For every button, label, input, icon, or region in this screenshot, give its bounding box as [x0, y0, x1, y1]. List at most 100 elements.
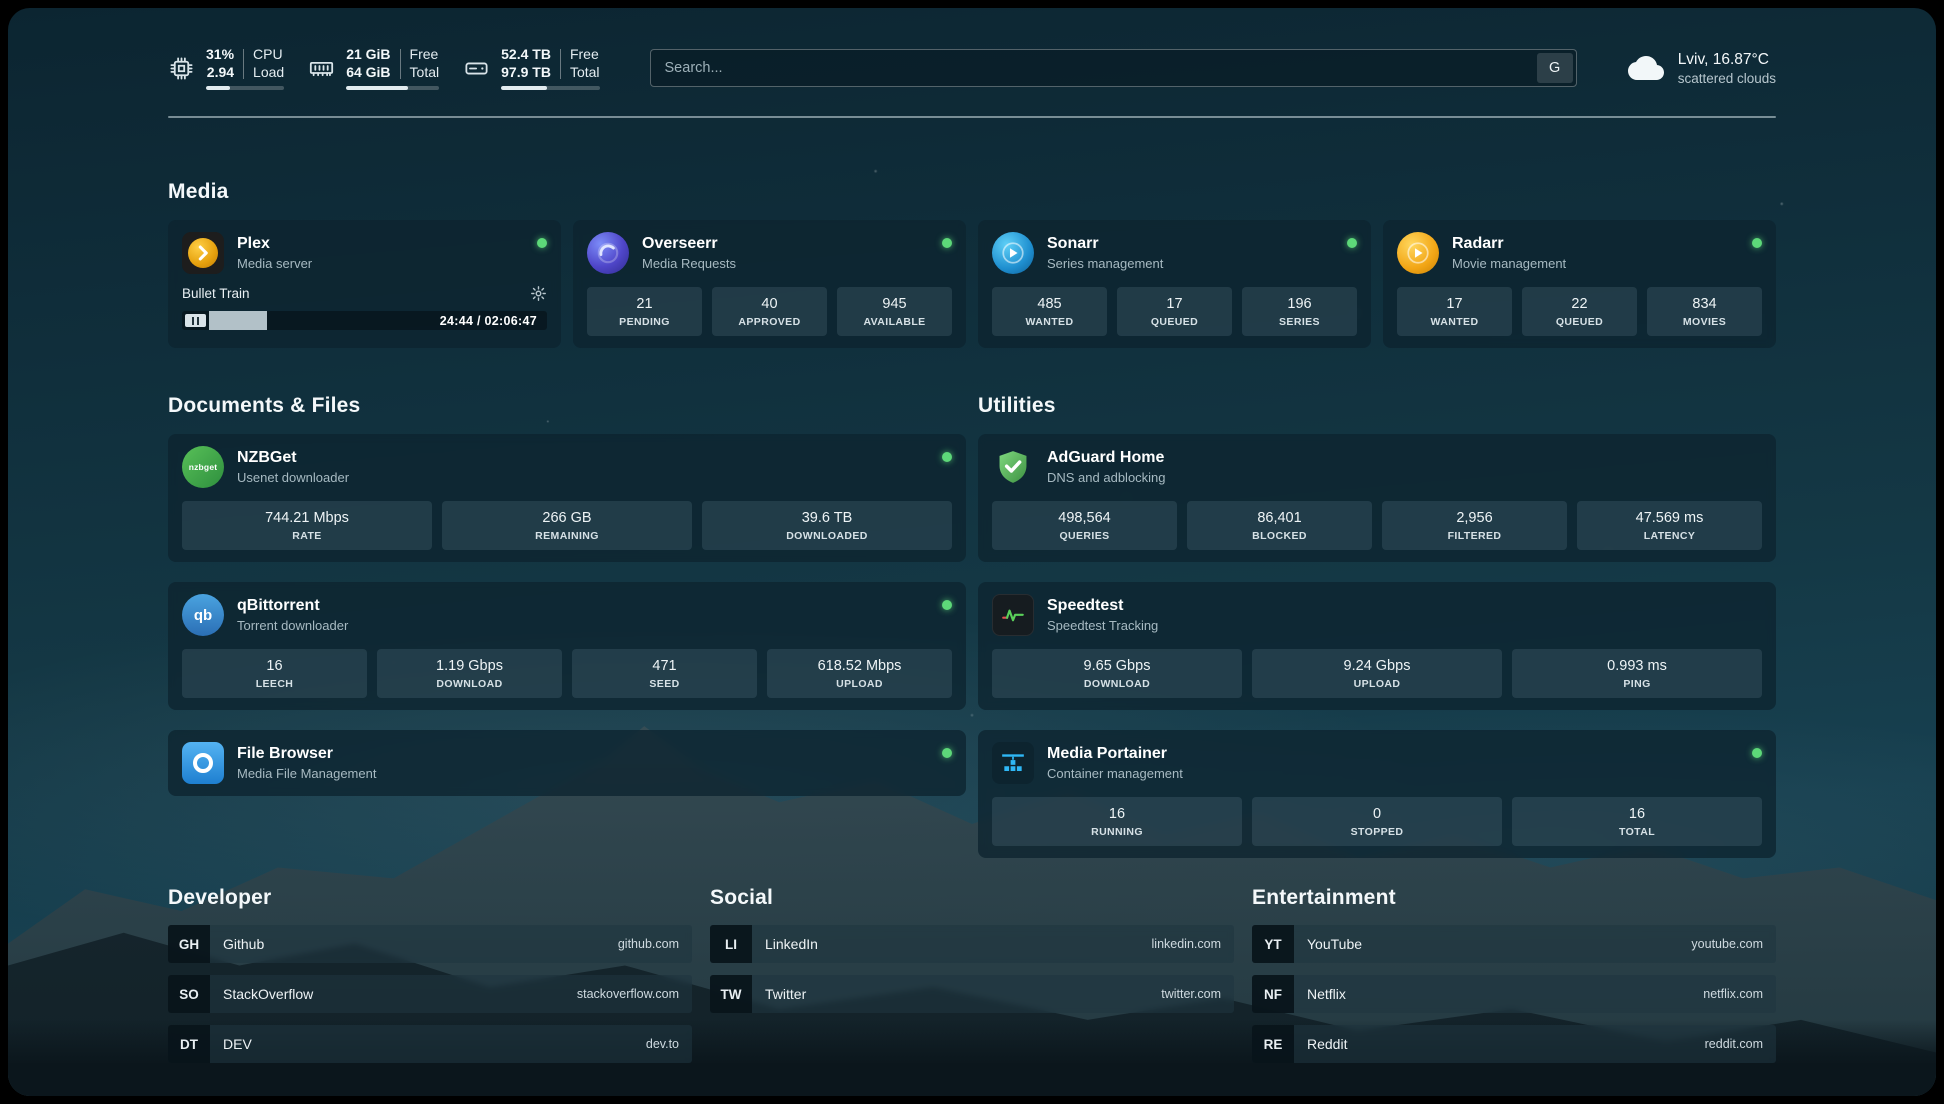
app-subtitle: Torrent downloader — [237, 618, 348, 633]
overseerr-icon — [587, 232, 629, 274]
playback-time: 24:44 / 02:06:47 — [440, 311, 537, 330]
status-dot — [942, 238, 952, 248]
app-subtitle: Container management — [1047, 766, 1183, 781]
overseerr-card[interactable]: Overseerr Media Requests 21 PENDING 40 A… — [573, 220, 966, 348]
bookmark-youtube[interactable]: YT YouTube youtube.com — [1252, 925, 1776, 963]
qbittorrent-icon: qb — [182, 594, 224, 636]
filebrowser-card[interactable]: File Browser Media File Management — [168, 730, 966, 796]
nzbget-card[interactable]: nzbget NZBGet Usenet downloader 744.21 M… — [168, 434, 966, 562]
ram-widget: 21 GiB 64 GiB Free Total — [308, 46, 439, 90]
search-engine-button[interactable]: G — [1537, 53, 1573, 83]
youtube-icon: YT — [1252, 925, 1294, 963]
app-subtitle: Media server — [237, 256, 312, 271]
cpu-load-value: 2.94 — [207, 64, 234, 82]
ram-icon — [308, 55, 335, 82]
cpu-label: CPU — [253, 46, 284, 64]
status-dot — [942, 452, 952, 462]
bookmark-stackoverflow[interactable]: SO StackOverflow stackoverflow.com — [168, 975, 692, 1013]
section-title-entertainment: Entertainment — [1252, 886, 1776, 910]
stat-ping: 0.993 ms PING — [1512, 649, 1762, 698]
cpu-load-label: Load — [253, 64, 284, 82]
stat-seed: 471 SEED — [572, 649, 757, 698]
bookmark-twitter[interactable]: TW Twitter twitter.com — [710, 975, 1234, 1013]
search-bar: G — [650, 49, 1577, 87]
search-input[interactable] — [650, 49, 1577, 87]
stat-approved: 40 APPROVED — [712, 287, 827, 336]
bookmark-reddit[interactable]: RE Reddit reddit.com — [1252, 1025, 1776, 1063]
radarr-card[interactable]: Radarr Movie management 17 WANTED 22 QUE… — [1383, 220, 1776, 348]
app-subtitle: Movie management — [1452, 256, 1566, 271]
dashboard-window: 31% 2.94 CPU Load — [8, 8, 1936, 1096]
section-title-social: Social — [710, 886, 1234, 910]
app-subtitle: Usenet downloader — [237, 470, 349, 485]
portainer-card[interactable]: Media Portainer Container management 16 … — [978, 730, 1776, 858]
stat-rate: 744.21 Mbps RATE — [182, 501, 432, 550]
stat-wanted: 485 WANTED — [992, 287, 1107, 336]
stat-running: 16 RUNNING — [992, 797, 1242, 846]
bookmark-github[interactable]: GH Github github.com — [168, 925, 692, 963]
app-name: Media Portainer — [1047, 745, 1183, 763]
section-title-media: Media — [168, 180, 1776, 204]
bookmark-linkedin[interactable]: LI LinkedIn linkedin.com — [710, 925, 1234, 963]
radarr-icon — [1397, 232, 1439, 274]
playback-progress-bar[interactable]: 24:44 / 02:06:47 — [182, 311, 547, 330]
section-title-documents: Documents & Files — [168, 394, 966, 418]
speedtest-icon — [992, 594, 1034, 636]
stat-queued: 22 QUEUED — [1522, 287, 1637, 336]
pause-button[interactable] — [185, 314, 206, 327]
weather-location: Lviv, 16.87°C — [1678, 51, 1776, 69]
stat-total: 16 TOTAL — [1512, 797, 1762, 846]
app-name: Plex — [237, 235, 312, 253]
status-dot — [1347, 238, 1357, 248]
disk-total-label: Total — [570, 64, 600, 82]
stat-upload: 9.24 Gbps UPLOAD — [1252, 649, 1502, 698]
netflix-icon: NF — [1252, 975, 1294, 1013]
ram-widget-divider — [400, 49, 401, 79]
app-name: Radarr — [1452, 235, 1566, 253]
status-dot — [1752, 238, 1762, 248]
stat-wanted: 17 WANTED — [1397, 287, 1512, 336]
stat-remaining: 266 GB REMAINING — [442, 501, 692, 550]
playback-progress-fill — [209, 311, 267, 330]
cloud-icon — [1627, 53, 1665, 83]
ram-progress-track — [346, 86, 439, 90]
status-dot — [942, 600, 952, 610]
qbittorrent-card[interactable]: qb qBittorrent Torrent downloader 16 — [168, 582, 966, 710]
speedtest-card[interactable]: Speedtest Speedtest Tracking 9.65 Gbps D… — [978, 582, 1776, 710]
cpu-widget: 31% 2.94 CPU Load — [168, 46, 284, 90]
stat-filtered: 2,956 FILTERED — [1382, 501, 1567, 550]
disk-widget-divider — [560, 49, 561, 79]
app-name: AdGuard Home — [1047, 449, 1166, 467]
bookmark-netflix[interactable]: NF Netflix netflix.com — [1252, 975, 1776, 1013]
adguard-card[interactable]: AdGuard Home DNS and adblocking 498,564 … — [978, 434, 1776, 562]
cpu-progress-track — [206, 86, 284, 90]
sonarr-card[interactable]: Sonarr Series management 485 WANTED 17 Q… — [978, 220, 1371, 348]
reddit-icon: RE — [1252, 1025, 1294, 1063]
app-subtitle: DNS and adblocking — [1047, 470, 1166, 485]
app-name: File Browser — [237, 745, 376, 763]
ram-free-value: 21 GiB — [346, 46, 390, 64]
cpu-progress-fill — [206, 86, 230, 90]
header-divider — [168, 116, 1776, 118]
plex-card[interactable]: Plex Media server Bullet Train — [168, 220, 561, 348]
stat-blocked: 86,401 BLOCKED — [1187, 501, 1372, 550]
app-name: Speedtest — [1047, 597, 1158, 615]
stat-queued: 17 QUEUED — [1117, 287, 1232, 336]
stat-movies: 834 MOVIES — [1647, 287, 1762, 336]
app-name: Overseerr — [642, 235, 736, 253]
status-dot — [942, 748, 952, 758]
status-dot — [537, 238, 547, 248]
adguard-icon — [992, 446, 1034, 488]
stat-leech: 16 LEECH — [182, 649, 367, 698]
top-bar: 31% 2.94 CPU Load — [168, 42, 1776, 94]
twitter-icon: TW — [710, 975, 752, 1013]
dashboard-content: 31% 2.94 CPU Load — [8, 8, 1936, 1096]
section-utilities: Utilities — [978, 394, 1776, 858]
stat-upload: 618.52 Mbps UPLOAD — [767, 649, 952, 698]
section-title-utilities: Utilities — [978, 394, 1776, 418]
dev-icon: DT — [168, 1025, 210, 1063]
bookmark-dev[interactable]: DT DEV dev.to — [168, 1025, 692, 1063]
gear-icon[interactable] — [530, 285, 547, 302]
plex-icon — [182, 232, 224, 274]
section-social: Social LI LinkedIn linkedin.com TW Twitt… — [710, 886, 1234, 1063]
